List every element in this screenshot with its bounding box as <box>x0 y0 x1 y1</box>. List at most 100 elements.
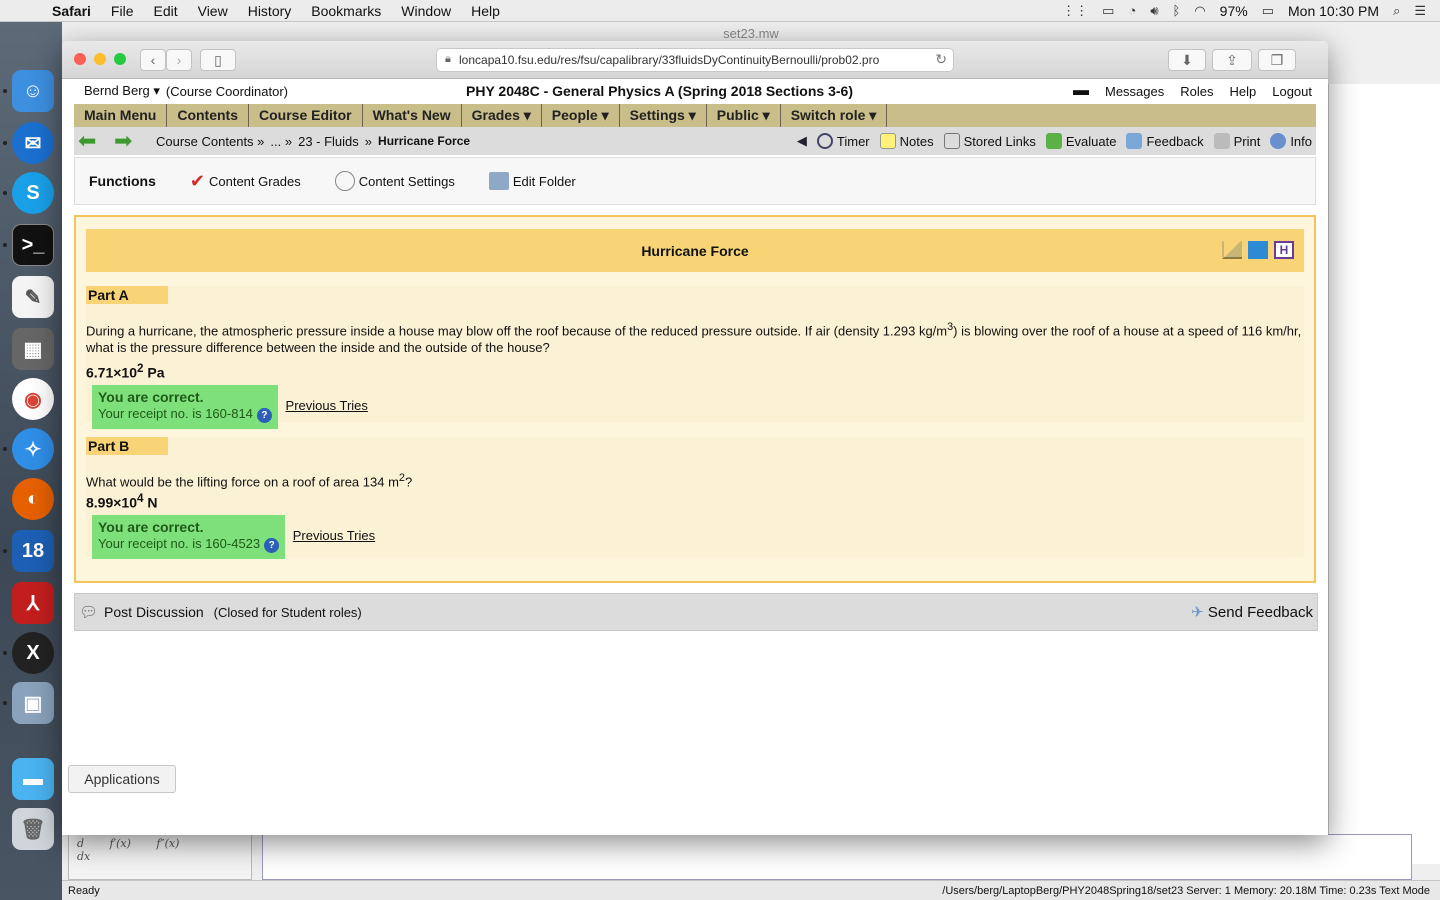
close-window-icon[interactable] <box>74 53 86 65</box>
next-resource-icon[interactable]: ➡ <box>114 130 140 152</box>
status-details: /Users/berg/LaptopBerg/PHY2048Spring18/s… <box>942 884 1430 897</box>
part-a-previous-tries[interactable]: Previous Tries <box>286 398 368 413</box>
nav-course-editor[interactable]: Course Editor <box>249 104 363 127</box>
link-roles[interactable]: Roles <box>1180 84 1213 99</box>
nav-switch-role[interactable]: Switch role ▾ <box>781 104 888 127</box>
maple-icon[interactable]: 18 <box>12 530 54 572</box>
battery-icon[interactable]: ▭ <box>1262 3 1274 19</box>
part-b-receipt: Your receipt no. is 160-4523 <box>98 535 261 551</box>
part-a-answer: 6.71×102 Pa <box>86 362 1304 381</box>
safari-icon[interactable]: ✧ <box>12 428 54 470</box>
nav-public[interactable]: Public ▾ <box>707 104 781 127</box>
checkmark-icon: ✔ <box>189 170 205 191</box>
nav-main-menu[interactable]: Main Menu <box>74 104 168 127</box>
menu-history[interactable]: History <box>248 3 292 19</box>
nav-people[interactable]: People ▾ <box>542 104 620 127</box>
preview-icon[interactable]: ▣ <box>12 682 54 724</box>
html-edit-icon[interactable]: H <box>1274 241 1294 259</box>
post-discussion-link[interactable]: Post Discussion <box>104 604 204 620</box>
collapse-tools-icon[interactable]: ◀ <box>797 133 807 149</box>
url-text[interactable]: loncapa10.fsu.edu/res/fsu/capalibrary/33… <box>459 53 879 67</box>
crumb-course-contents[interactable]: Course Contents » <box>156 134 264 149</box>
sidebar-icon[interactable]: ▯ <box>200 49 236 71</box>
menu-app-name[interactable]: Safari <box>52 3 91 19</box>
palette-f1[interactable]: f′(x) <box>110 837 131 850</box>
textedit-icon[interactable]: ✎ <box>12 276 54 318</box>
share-icon[interactable]: ⇪ <box>1212 49 1252 71</box>
tool-timer[interactable]: Timer <box>816 133 870 149</box>
running-indicator <box>3 191 7 195</box>
acrobat-icon[interactable]: ⅄ <box>12 582 54 624</box>
link-logout[interactable]: Logout <box>1272 84 1312 99</box>
tabs-overview-icon[interactable]: ❐ <box>1258 49 1296 71</box>
tool-evaluate[interactable]: Evaluate <box>1045 133 1116 149</box>
link-help[interactable]: Help <box>1229 84 1256 99</box>
help-icon[interactable]: ? <box>264 537 280 553</box>
display-icon[interactable]: ▭ <box>1102 3 1114 19</box>
send-feedback-icon: ✈ <box>1191 604 1204 621</box>
part-a: Part A During a hurricane, the atmospher… <box>86 286 1304 429</box>
crumb-fluids[interactable]: 23 - Fluids <box>298 134 359 149</box>
notification-center-icon[interactable]: ☰ <box>1414 3 1426 19</box>
content-settings-link[interactable]: Content Settings <box>334 171 455 191</box>
battery-percent[interactable]: 97% <box>1220 3 1248 19</box>
nav-settings[interactable]: Settings ▾ <box>620 104 707 127</box>
content-grades-link[interactable]: ✔ Content Grades <box>190 171 301 192</box>
skype-icon[interactable]: S <box>12 172 54 214</box>
calculator-icon[interactable]: ▦ <box>12 328 54 370</box>
nav-whats-new[interactable]: What's New <box>363 104 462 127</box>
menu-view[interactable]: View <box>198 3 228 19</box>
reload-icon[interactable]: ↻ <box>931 51 947 68</box>
forward-icon[interactable]: › <box>166 49 192 71</box>
firefox-icon[interactable]: ◐ <box>12 478 54 520</box>
wifi-icon[interactable]: ◠ <box>1194 3 1205 19</box>
terminal-icon[interactable]: >_ <box>12 224 54 266</box>
bg-document[interactable] <box>262 834 1412 880</box>
messages-icon[interactable]: ▬ <box>1073 82 1089 100</box>
tool-notes[interactable]: Notes <box>879 133 934 149</box>
spotlight-icon[interactable]: ⌕ <box>1393 3 1400 19</box>
applications-folder-icon[interactable]: ▬ <box>12 758 54 800</box>
help-icon[interactable]: ? <box>256 407 272 423</box>
menu-window[interactable]: Window <box>401 3 451 19</box>
airplay-icon[interactable]: ⋮⋮ <box>1062 3 1088 19</box>
clock[interactable]: Mon 10:30 PM <box>1288 3 1379 19</box>
part-b-previous-tries[interactable]: Previous Tries <box>293 528 375 543</box>
tool-feedback[interactable]: Feedback <box>1126 133 1204 149</box>
timemachine-icon[interactable]: ◔ <box>1128 3 1136 18</box>
grade-ruler-icon[interactable] <box>1222 241 1242 259</box>
link-messages[interactable]: Messages <box>1105 84 1164 99</box>
tool-print[interactable]: Print <box>1213 133 1260 149</box>
zoom-window-icon[interactable] <box>114 53 126 65</box>
applications-button[interactable]: Applications <box>68 765 176 793</box>
nav-grades[interactable]: Grades ▾ <box>462 104 542 127</box>
finder-icon[interactable]: ☺ <box>12 70 54 112</box>
trash-icon[interactable]: 🗑︎ <box>12 808 54 850</box>
edit-folder-link[interactable]: Edit Folder <box>488 172 576 190</box>
send-feedback-link[interactable]: ✈ Send Feedback <box>1191 603 1313 621</box>
nav-contents[interactable]: Contents <box>167 104 250 127</box>
menu-edit[interactable]: Edit <box>153 3 177 19</box>
x11-icon[interactable]: X <box>12 632 54 674</box>
volume-icon[interactable]: 🔊︎ <box>1150 3 1158 19</box>
edit-problem-icon[interactable] <box>1248 241 1268 259</box>
bluetooth-icon[interactable]: ᛒ <box>1173 3 1181 18</box>
menu-bookmarks[interactable]: Bookmarks <box>311 3 381 19</box>
thunderbird-icon[interactable]: ✉ <box>12 122 54 164</box>
menu-help[interactable]: Help <box>471 3 500 19</box>
previous-resource-icon[interactable]: ⬅ <box>78 130 104 152</box>
minimize-window-icon[interactable] <box>94 53 106 65</box>
user-menu[interactable]: Bernd Berg ▾ <box>84 83 160 99</box>
crumb-ellipsis[interactable]: ... » <box>270 134 292 149</box>
tool-stored-links[interactable]: Stored Links <box>943 133 1036 149</box>
part-b-answer-unit: N <box>143 494 158 511</box>
palette-f2[interactable]: f″(x) <box>156 837 179 850</box>
chrome-icon[interactable]: ◉ <box>12 378 54 420</box>
back-icon[interactable]: ‹ <box>140 49 166 71</box>
tool-info[interactable]: Info <box>1270 133 1312 149</box>
palette-d[interactable]: d <box>77 837 84 850</box>
menu-file[interactable]: File <box>111 3 134 19</box>
downloads-icon[interactable]: ⬇ <box>1168 49 1206 71</box>
address-bar[interactable]: 🔒︎ loncapa10.fsu.edu/res/fsu/capalibrary… <box>436 48 954 72</box>
palette-dx[interactable]: dx <box>77 850 90 863</box>
